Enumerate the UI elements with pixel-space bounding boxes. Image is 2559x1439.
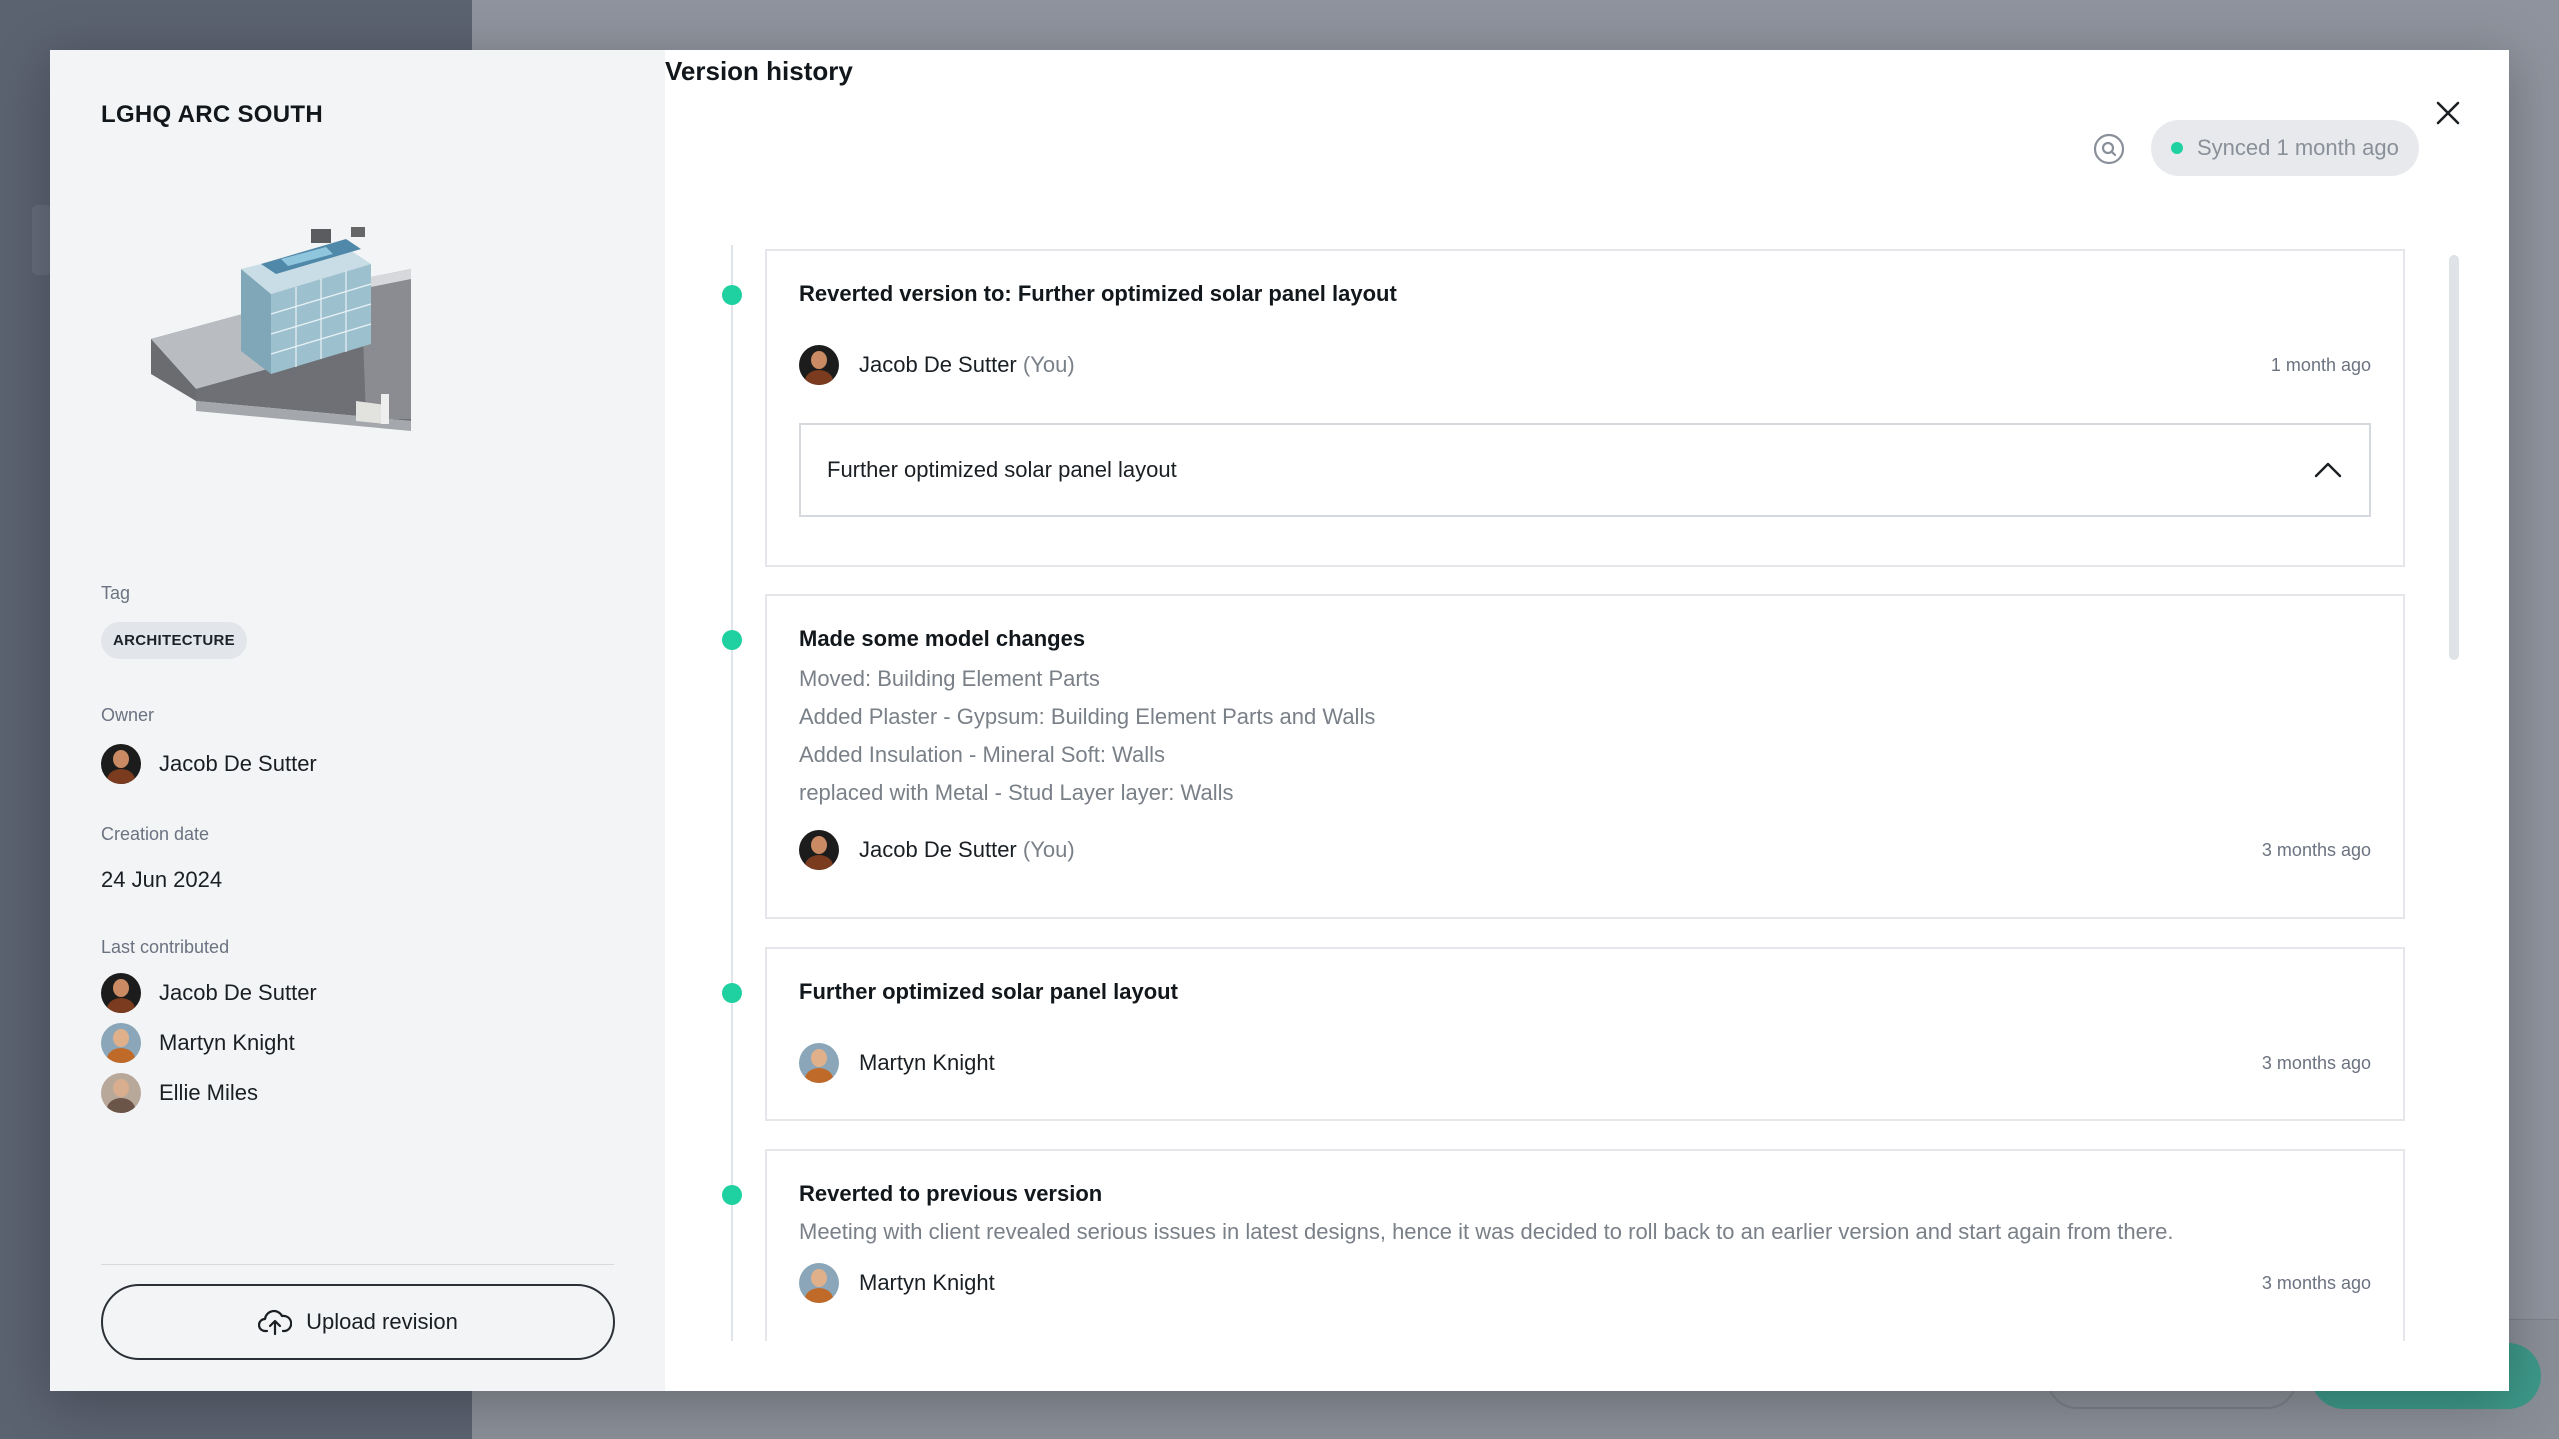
version-timestamp: 3 months ago [2261,1272,2371,1293]
close-icon[interactable] [2430,95,2466,131]
avatar [799,830,839,870]
timeline-dot [722,630,742,650]
change-item: Added Plaster - Gypsum: Building Element… [799,704,1376,729]
contributor-item: Ellie Miles [101,1073,317,1113]
avatar [101,1023,141,1063]
sync-status-text: Synced 1 month ago [2197,135,2399,160]
avatar [799,345,839,385]
version-title: Reverted to previous version [799,1181,1103,1206]
chevron-up-icon [2314,462,2342,478]
sync-status-badge: Synced 1 month ago [2151,120,2419,176]
contributor-item: Martyn Knight [101,1023,317,1063]
avatar [101,973,141,1013]
version-author: Martyn Knight [799,1263,995,1303]
tag-section: Tag ARCHITECTURE [101,583,247,659]
version-timestamp: 3 months ago [2261,839,2371,860]
author-name: Jacob De Sutter [859,352,1017,377]
author-name: Jacob De Sutter [859,837,1017,862]
divider [101,1264,614,1265]
cloud-upload-icon [258,1309,293,1336]
owner-label: Owner [101,705,155,725]
version-meta: Jacob De Sutter (You) 1 month ago [799,345,2371,385]
version-timestamp: 3 months ago [2261,1052,2371,1073]
change-list: Moved: Building Element Parts Added Plas… [799,660,2371,812]
avatar [799,1043,839,1083]
upload-revision-button[interactable]: Upload revision [101,1284,615,1360]
you-label: (You) [1022,352,1075,377]
model-thumbnail [151,227,411,431]
avatar [101,1073,141,1113]
creation-date-label: Creation date [101,824,210,844]
contributor-name: Martyn Knight [159,1030,295,1055]
search-icon[interactable] [2091,131,2127,167]
tag-label: Tag [101,583,131,603]
contributor-name: Jacob De Sutter [159,980,317,1005]
contributors-section: Last contributed Jacob De Sutter Martyn … [101,937,317,1113]
version-author: Martyn Knight [799,1043,995,1083]
version-card: Made some model changes Moved: Building … [765,594,2405,919]
version-author: Jacob De Sutter (You) [799,830,1075,870]
version-title: Further optimized solar panel layout [799,979,1178,1004]
contributor-item: Jacob De Sutter [101,973,317,1013]
owner-name: Jacob De Sutter [159,751,317,776]
change-item: Added Insulation - Mineral Soft: Walls [799,742,1166,767]
timeline-line [731,245,733,1345]
project-info-panel: LGHQ ARC SOUTH Tag ARCHITECTURE Owner Ja… [50,50,665,1391]
scrollbar-thumb[interactable] [2449,255,2459,660]
version-card: Reverted version to: Further optimized s… [765,249,2405,567]
timeline-dot [722,285,742,305]
author-name: Martyn Knight [859,1270,995,1295]
timeline-dot [722,983,742,1003]
version-timestamp: 1 month ago [2270,354,2371,375]
version-title: Reverted version to: Further optimized s… [799,281,1397,306]
version-meta: Jacob De Sutter (You) 3 months ago [799,830,2371,870]
page-title: Version history [665,56,853,86]
version-card: Further optimized solar panel layout Mar… [765,947,2405,1121]
expander-label: Further optimized solar panel layout [827,457,1177,482]
timeline-dot [722,1185,742,1205]
reverted-version-expander[interactable]: Further optimized solar panel layout [799,423,2371,517]
contributor-name: Ellie Miles [159,1080,259,1105]
author-name: Martyn Knight [859,1050,995,1075]
you-label: (You) [1022,837,1075,862]
modal-bottom-mask [665,1341,2509,1391]
project-title: LGHQ ARC SOUTH [101,101,323,128]
version-title: Made some model changes [799,626,1086,651]
version-meta: Martyn Knight 3 months ago [799,1043,2371,1083]
change-item: replaced with Metal - Stud Layer layer: … [799,780,1234,805]
background-nav-item [32,205,52,275]
creation-date-section: Creation date 24 Jun 2024 [101,824,222,893]
sync-status-dot [2171,142,2183,154]
owner-person: Jacob De Sutter [101,744,317,784]
avatar [799,1263,839,1303]
version-meta: Martyn Knight 3 months ago [799,1263,2371,1303]
version-description: Meeting with client revealed serious iss… [799,1219,2174,1244]
change-item: Moved: Building Element Parts [799,666,1100,691]
creation-date-value: 24 Jun 2024 [101,867,223,892]
upload-revision-label: Upload revision [306,1309,458,1334]
owner-section: Owner Jacob De Sutter [101,705,317,784]
tag-badge: ARCHITECTURE [101,622,247,659]
contributors-label: Last contributed [101,937,230,957]
version-author: Jacob De Sutter (You) [799,345,1075,385]
avatar [101,744,141,784]
